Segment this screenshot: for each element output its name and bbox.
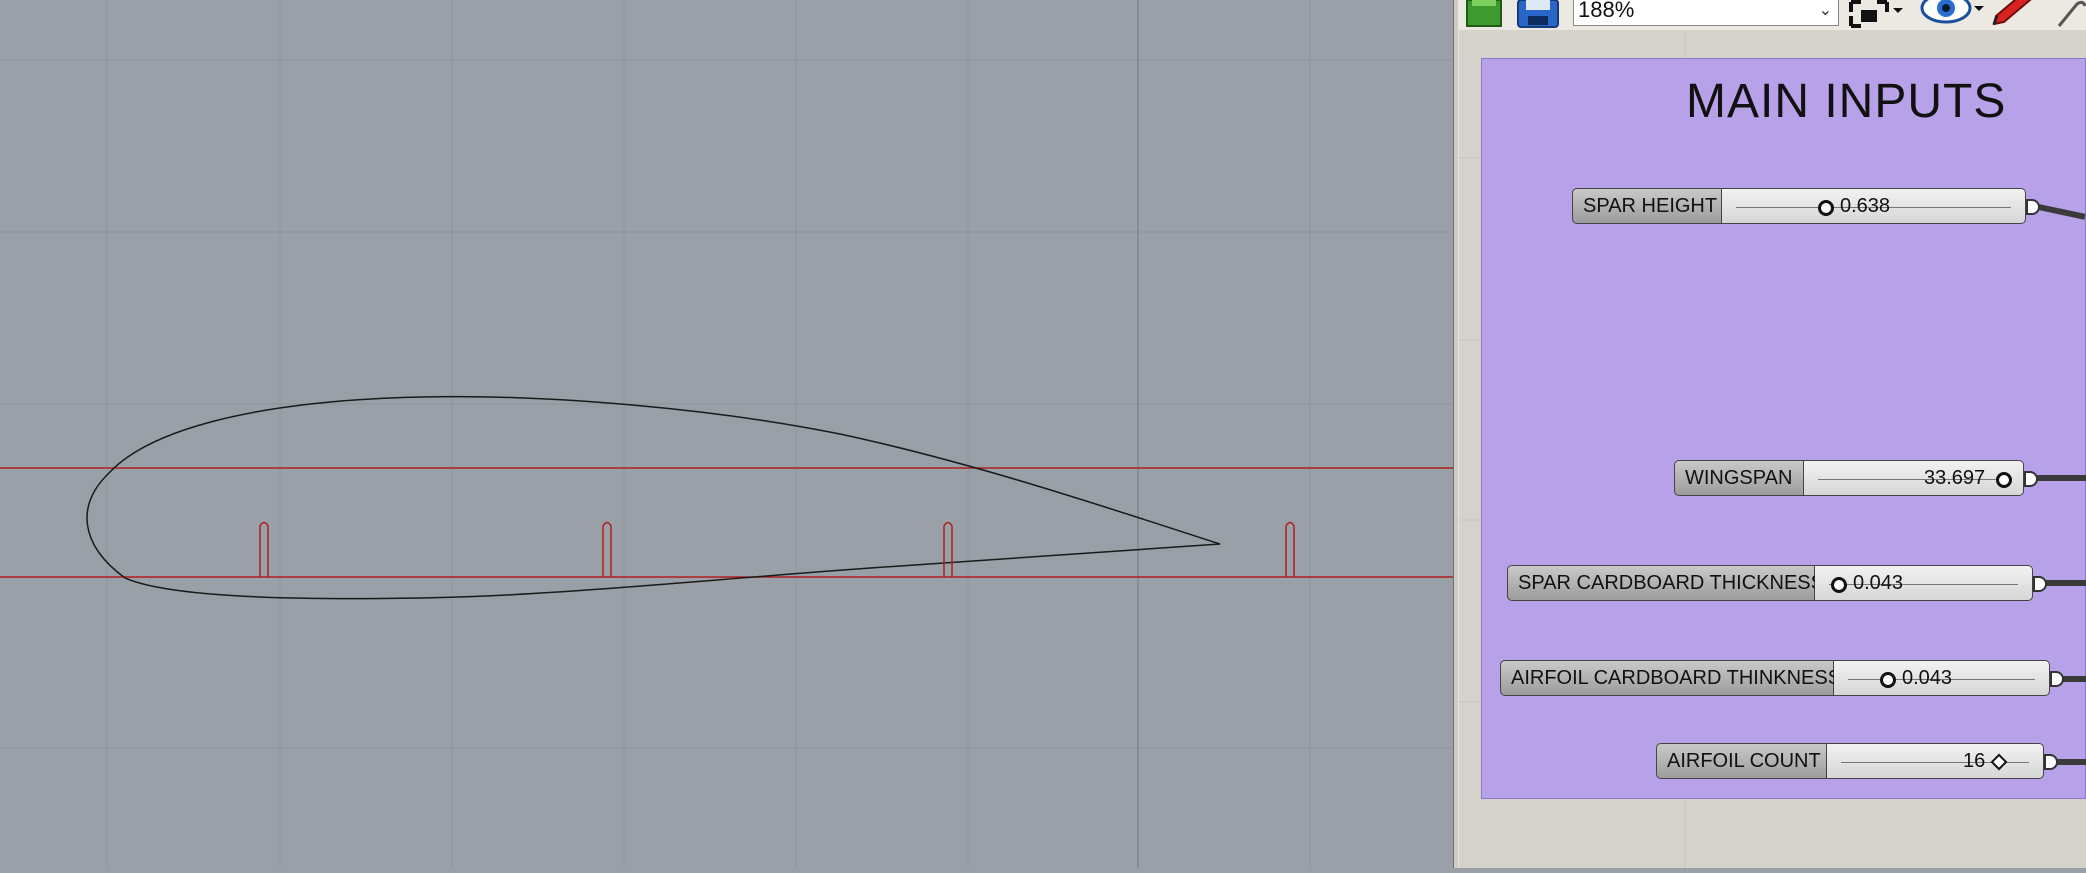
rhino-viewport[interactable] [0,0,1453,868]
slider-spar-cardboard-thickness[interactable]: SPAR CARDBOARD THICKNESS 0.043 [1507,565,2047,601]
slider-knob[interactable] [1996,472,2012,488]
airfoil-curve [86,395,1221,600]
sketch-pen-icon[interactable] [1990,0,2050,28]
slider-track[interactable]: 16 [1827,743,2044,779]
slider-spar-height[interactable]: SPAR HEIGHT 0.638 [1572,188,2040,224]
chevron-down-icon[interactable]: ⌄ [1819,0,1832,24]
slider-label: WINGSPAN [1674,460,1804,496]
slider-track[interactable]: 33.697 [1804,460,2024,496]
zoom-extents-icon[interactable] [1847,0,1907,28]
viewport-drawing [0,0,1453,868]
slider-label: SPAR HEIGHT [1572,188,1722,224]
viewport-grid [0,0,1453,868]
slider-airfoil-count[interactable]: AIRFOIL COUNT 16 [1656,743,2058,779]
slider-value: 0.638 [1840,195,1891,217]
slider-knob[interactable] [1880,672,1896,688]
preview-eye-icon[interactable] [1918,0,1988,28]
slider-airfoil-cardboard-thinkness[interactable]: AIRFOIL CARDBOARD THINKNESS 0.043 [1500,660,2064,696]
slider-value: 16 [1963,750,1986,772]
zoom-value: 188% [1578,0,1635,22]
slider-wingspan[interactable]: WINGSPAN 33.697 [1674,460,2038,496]
slider-label: SPAR CARDBOARD THICKNESS [1507,565,1824,601]
slider-knob[interactable] [1818,200,1834,216]
new-document-icon[interactable] [1464,0,1504,28]
slider-knob[interactable] [1831,577,1847,593]
slider-track[interactable]: 0.043 [1834,660,2050,696]
save-icon[interactable] [1516,0,1560,28]
guide-lines [0,467,1453,578]
slider-value: 0.043 [1853,572,1904,594]
slider-value: 33.697 [1924,467,1986,489]
slider-track[interactable]: 0.638 [1722,188,2026,224]
slider-wire [2032,475,2086,481]
clip-icon[interactable] [2055,0,2086,28]
group-title: MAIN INPUTS [1686,75,2007,128]
slider-label: AIRFOIL CARDBOARD THINKNESS [1500,660,1841,696]
zoom-dropdown[interactable]: 188% ⌄ [1573,0,1839,26]
slider-label: AIRFOIL COUNT [1656,743,1827,779]
slider-value: 0.043 [1902,667,1953,689]
slider-track[interactable]: 0.043 [1815,565,2033,601]
